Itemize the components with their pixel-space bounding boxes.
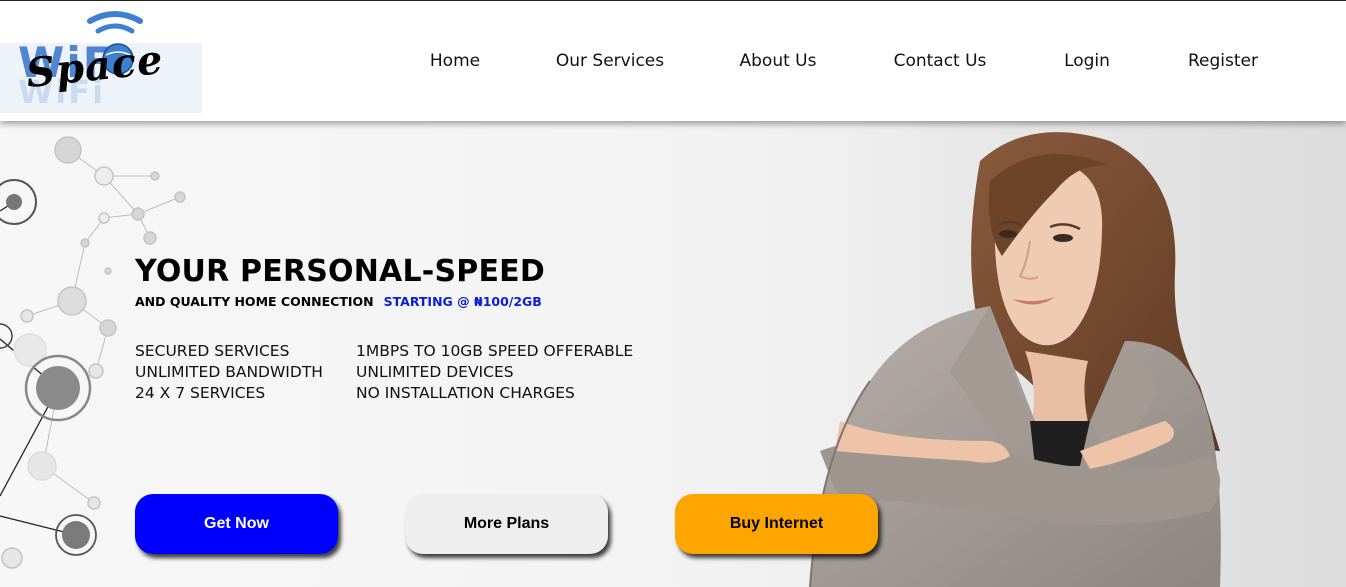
site-header: WiFi WiFi Space Home Our Services About … — [0, 0, 1346, 121]
feature-item: 24 X 7 SERVICES — [135, 384, 266, 402]
nav-our-services[interactable]: Our Services — [556, 51, 664, 71]
get-now-button[interactable]: Get Now — [135, 494, 338, 554]
nav-register[interactable]: Register — [1188, 51, 1258, 71]
feature-item: SECURED SERVICES — [135, 342, 290, 360]
feature-item: 1MBPS TO 10GB SPEED OFFERABLE — [356, 342, 634, 360]
features-right: 1MBPS TO 10GB SPEED OFFERABLE UNLIMITED … — [356, 341, 633, 404]
nav-about-us[interactable]: About Us — [740, 51, 817, 71]
hero-subline-text: AND QUALITY HOME CONNECTION — [135, 294, 374, 309]
nav-login[interactable]: Login — [1064, 51, 1110, 71]
hero-section: YOUR PERSONAL-SPEED AND QUALITY HOME CON… — [0, 121, 1346, 587]
nav-contact-us[interactable]: Contact Us — [894, 51, 987, 71]
hero-headline: YOUR PERSONAL-SPEED — [135, 254, 545, 289]
features-left: SECURED SERVICES UNLIMITED BANDWIDTH 24 … — [135, 341, 323, 404]
main-nav: Home Our Services About Us Contact Us Lo… — [0, 51, 1346, 75]
feature-item: NO INSTALLATION CHARGES — [356, 384, 575, 402]
feature-item: UNLIMITED DEVICES — [356, 363, 514, 381]
feature-item: UNLIMITED BANDWIDTH — [135, 363, 323, 381]
price-tag: STARTING @ ₦100/2GB — [383, 294, 542, 309]
buy-internet-button[interactable]: Buy Internet — [675, 494, 878, 554]
hero-subline: AND QUALITY HOME CONNECTION STARTING @ ₦1… — [135, 294, 542, 309]
more-plans-button[interactable]: More Plans — [405, 494, 608, 554]
nav-home[interactable]: Home — [430, 51, 480, 71]
